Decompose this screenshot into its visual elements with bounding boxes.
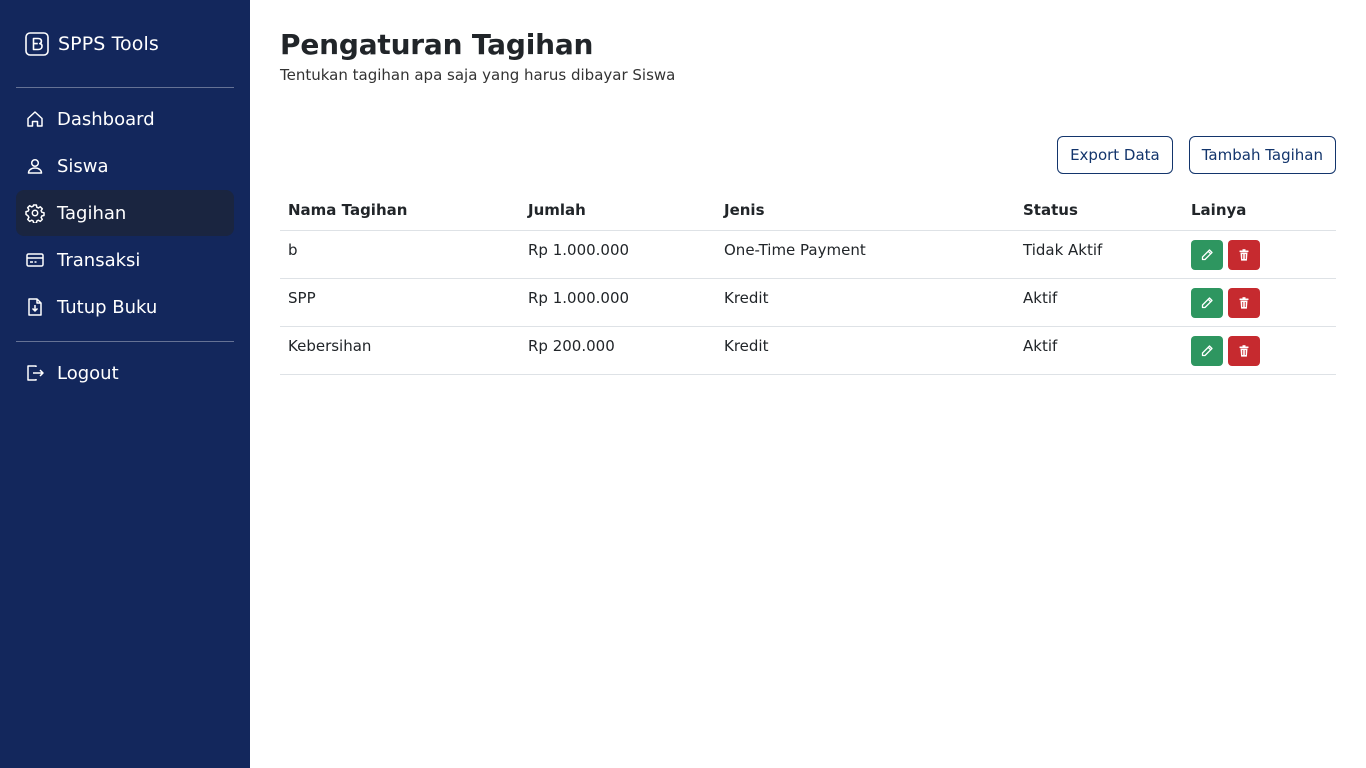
cell-status: Aktif (1015, 278, 1183, 327)
column-header-jenis: Jenis (716, 190, 1015, 231)
sidebar-item-dashboard[interactable]: Dashboard (16, 96, 234, 142)
delete-button[interactable] (1228, 287, 1260, 318)
cell-nama: Kebersihan (280, 326, 520, 375)
cell-jumlah: Rp 1.000.000 (520, 230, 716, 279)
page-title: Pengaturan Tagihan (280, 28, 594, 61)
table-row: Kebersihan Rp 200.000 Kredit Aktif (280, 326, 1336, 375)
box-arrow-right-icon (25, 363, 45, 383)
tagihan-table: Nama Tagihan Jumlah Jenis Status Lainya … (280, 190, 1336, 375)
delete-button[interactable] (1228, 335, 1260, 366)
export-data-button[interactable]: Export Data (1057, 136, 1173, 174)
table-row: b Rp 1.000.000 One-Time Payment Tidak Ak… (280, 230, 1336, 279)
trash-icon (1239, 248, 1249, 261)
sidebar-item-label: Tagihan (57, 202, 127, 224)
add-tagihan-button[interactable]: Tambah Tagihan (1188, 136, 1336, 174)
brand-name: SPPS Tools (58, 32, 159, 55)
pencil-icon (1201, 296, 1213, 308)
table-row: SPP Rp 1.000.000 Kredit Aktif (280, 278, 1336, 327)
brand[interactable]: SPPS Tools (16, 0, 234, 88)
sidebar-footer: Logout (16, 342, 234, 396)
edit-button[interactable] (1191, 335, 1223, 366)
cell-status: Aktif (1015, 326, 1183, 375)
cell-nama: SPP (280, 278, 520, 327)
page-subtitle: Tentukan tagihan apa saja yang harus dib… (280, 66, 676, 84)
bootstrap-logo-icon (24, 31, 50, 57)
sidebar-nav: Dashboard Siswa Tagihan Transaksi Tutup … (16, 88, 234, 342)
sidebar-item-label: Siswa (57, 155, 109, 177)
house-icon (25, 109, 45, 129)
column-header-lainya: Lainya (1183, 190, 1336, 231)
cell-actions (1183, 230, 1336, 279)
trash-icon (1239, 344, 1249, 357)
sidebar-item-tagihan[interactable]: Tagihan (16, 190, 234, 236)
cell-jenis: One-Time Payment (716, 230, 1015, 279)
cell-jumlah: Rp 200.000 (520, 326, 716, 375)
cell-jenis: Kredit (716, 278, 1015, 327)
cell-jumlah: Rp 1.000.000 (520, 278, 716, 327)
sidebar-item-label: Dashboard (57, 108, 155, 130)
cell-status: Tidak Aktif (1015, 230, 1183, 279)
sidebar-item-transaksi[interactable]: Transaksi (16, 237, 234, 283)
person-icon (25, 156, 45, 176)
column-header-jumlah: Jumlah (520, 190, 716, 231)
gear-icon (25, 203, 45, 223)
credit-card-icon (25, 250, 45, 270)
sidebar-item-label: Transaksi (57, 249, 141, 271)
delete-button[interactable] (1228, 239, 1260, 270)
table-header-row: Nama Tagihan Jumlah Jenis Status Lainya (280, 190, 1336, 231)
logout-button[interactable]: Logout (16, 350, 234, 396)
edit-button[interactable] (1191, 287, 1223, 318)
pencil-icon (1201, 344, 1213, 356)
sidebar-item-tutup-buku[interactable]: Tutup Buku (16, 284, 234, 330)
cell-actions (1183, 326, 1336, 375)
edit-button[interactable] (1191, 239, 1223, 270)
cell-nama: b (280, 230, 520, 279)
main-content: Pengaturan Tagihan Tentukan tagihan apa … (250, 0, 1366, 768)
cell-jenis: Kredit (716, 326, 1015, 375)
sidebar-item-siswa[interactable]: Siswa (16, 143, 234, 189)
file-arrow-down-icon (25, 297, 45, 317)
toolbar: Export Data Tambah Tagihan (1057, 136, 1336, 174)
trash-icon (1239, 296, 1249, 309)
cell-actions (1183, 278, 1336, 327)
logout-label: Logout (57, 362, 119, 384)
column-header-status: Status (1015, 190, 1183, 231)
sidebar-item-label: Tutup Buku (57, 296, 158, 318)
column-header-nama: Nama Tagihan (280, 190, 520, 231)
pencil-icon (1201, 248, 1213, 260)
sidebar: SPPS Tools Dashboard Siswa Tagihan Trans… (0, 0, 250, 768)
